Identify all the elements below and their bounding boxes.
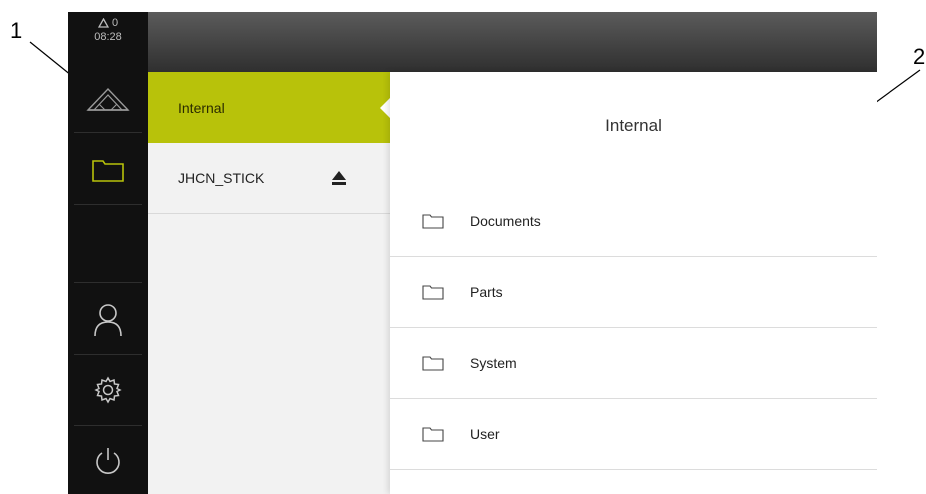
warning-triangle-icon (97, 18, 109, 28)
device-screen: 0 08:28 Internal JHCN_STICK Internal Doc… (68, 12, 877, 494)
folder-icon (422, 427, 444, 442)
user-icon (94, 304, 122, 337)
folder-icon (422, 214, 444, 229)
folder-row-documents[interactable]: Documents (390, 186, 877, 257)
storage-item-label: JHCN_STICK (178, 170, 265, 186)
storage-item-internal[interactable]: Internal (148, 72, 390, 143)
measure-menu-button[interactable] (68, 62, 148, 134)
main-menu: 0 08:28 (68, 12, 148, 494)
folder-row-system[interactable]: System (390, 328, 877, 399)
folder-icon (92, 160, 124, 182)
settings-menu-button[interactable] (68, 354, 148, 426)
folder-icon (422, 356, 444, 371)
folder-name: Documents (470, 213, 541, 229)
power-button[interactable] (68, 425, 148, 494)
folder-name: System (470, 355, 517, 371)
folder-icon (422, 285, 444, 300)
warning-status[interactable]: 0 (68, 16, 148, 30)
folder-name: User (470, 426, 500, 442)
folder-name: Parts (470, 284, 503, 300)
header-bar (148, 12, 877, 72)
callout-number-1: 1 (10, 18, 23, 43)
power-icon (96, 448, 120, 474)
folder-row-parts[interactable]: Parts (390, 257, 877, 328)
warning-count: 0 (111, 17, 119, 29)
status-area: 0 08:28 (68, 12, 148, 60)
folder-row-user[interactable]: User (390, 399, 877, 470)
storage-item-label: Internal (178, 99, 225, 116)
eject-icon[interactable] (330, 169, 348, 187)
callout-number-2: 2 (913, 44, 926, 69)
clock: 08:28 (94, 31, 122, 43)
storage-location-list: Internal JHCN_STICK (148, 72, 390, 494)
file-management-button[interactable] (68, 134, 148, 206)
gear-icon (94, 376, 122, 404)
measure-icon (86, 87, 130, 111)
folder-content-pane: Internal Documents Parts System User (390, 72, 877, 494)
selection-indicator (380, 98, 390, 118)
user-menu-button[interactable] (68, 284, 148, 356)
storage-item-usb-stick[interactable]: JHCN_STICK (148, 143, 390, 214)
content-title: Internal (605, 116, 662, 135)
